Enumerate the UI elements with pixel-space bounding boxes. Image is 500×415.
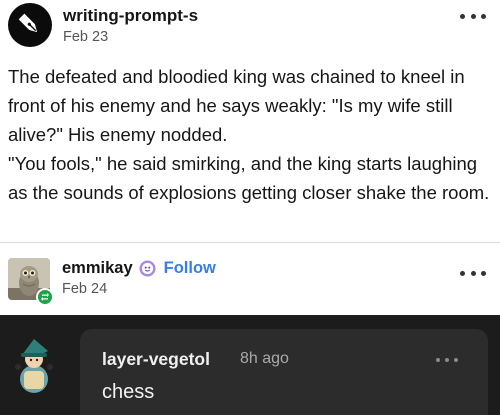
more-options-icon[interactable] xyxy=(436,357,458,363)
commenter-avatar[interactable] xyxy=(10,337,58,395)
commenter-name[interactable]: layer-vegetol xyxy=(102,349,210,370)
author-name[interactable]: writing-prompt-s xyxy=(63,6,198,26)
comment-text: chess xyxy=(102,381,155,403)
original-post-header: writing-prompt-s Feb 23 xyxy=(0,0,500,58)
reblog-icon xyxy=(36,288,54,306)
follow-button[interactable]: Follow xyxy=(164,259,216,278)
comment-timestamp: 8h ago xyxy=(240,350,289,367)
reblogger-row: emmikay Follow xyxy=(62,259,216,278)
post-paragraph: "You fools," he said smirking, and the k… xyxy=(8,153,490,203)
more-options-icon[interactable] xyxy=(460,269,486,277)
divider xyxy=(0,242,500,243)
post-body: The defeated and bloodied king was chain… xyxy=(8,62,492,207)
post-date: Feb 23 xyxy=(63,29,109,45)
pen-nib-icon xyxy=(18,13,38,33)
comment-bubble: layer-vegetol 8h ago chess xyxy=(80,329,488,415)
reblogger-name[interactable]: emmikay xyxy=(62,259,133,278)
more-options-icon[interactable] xyxy=(460,12,486,20)
reblog-date: Feb 24 xyxy=(62,281,108,297)
post-paragraph: The defeated and bloodied king was chain… xyxy=(8,66,465,145)
reblog-header: emmikay Follow Feb 24 xyxy=(0,252,500,308)
author-avatar[interactable] xyxy=(8,3,52,47)
gnome-avatar-image xyxy=(15,339,53,393)
cute-face-icon xyxy=(139,260,156,277)
comment-area: layer-vegetol 8h ago chess xyxy=(0,315,500,415)
